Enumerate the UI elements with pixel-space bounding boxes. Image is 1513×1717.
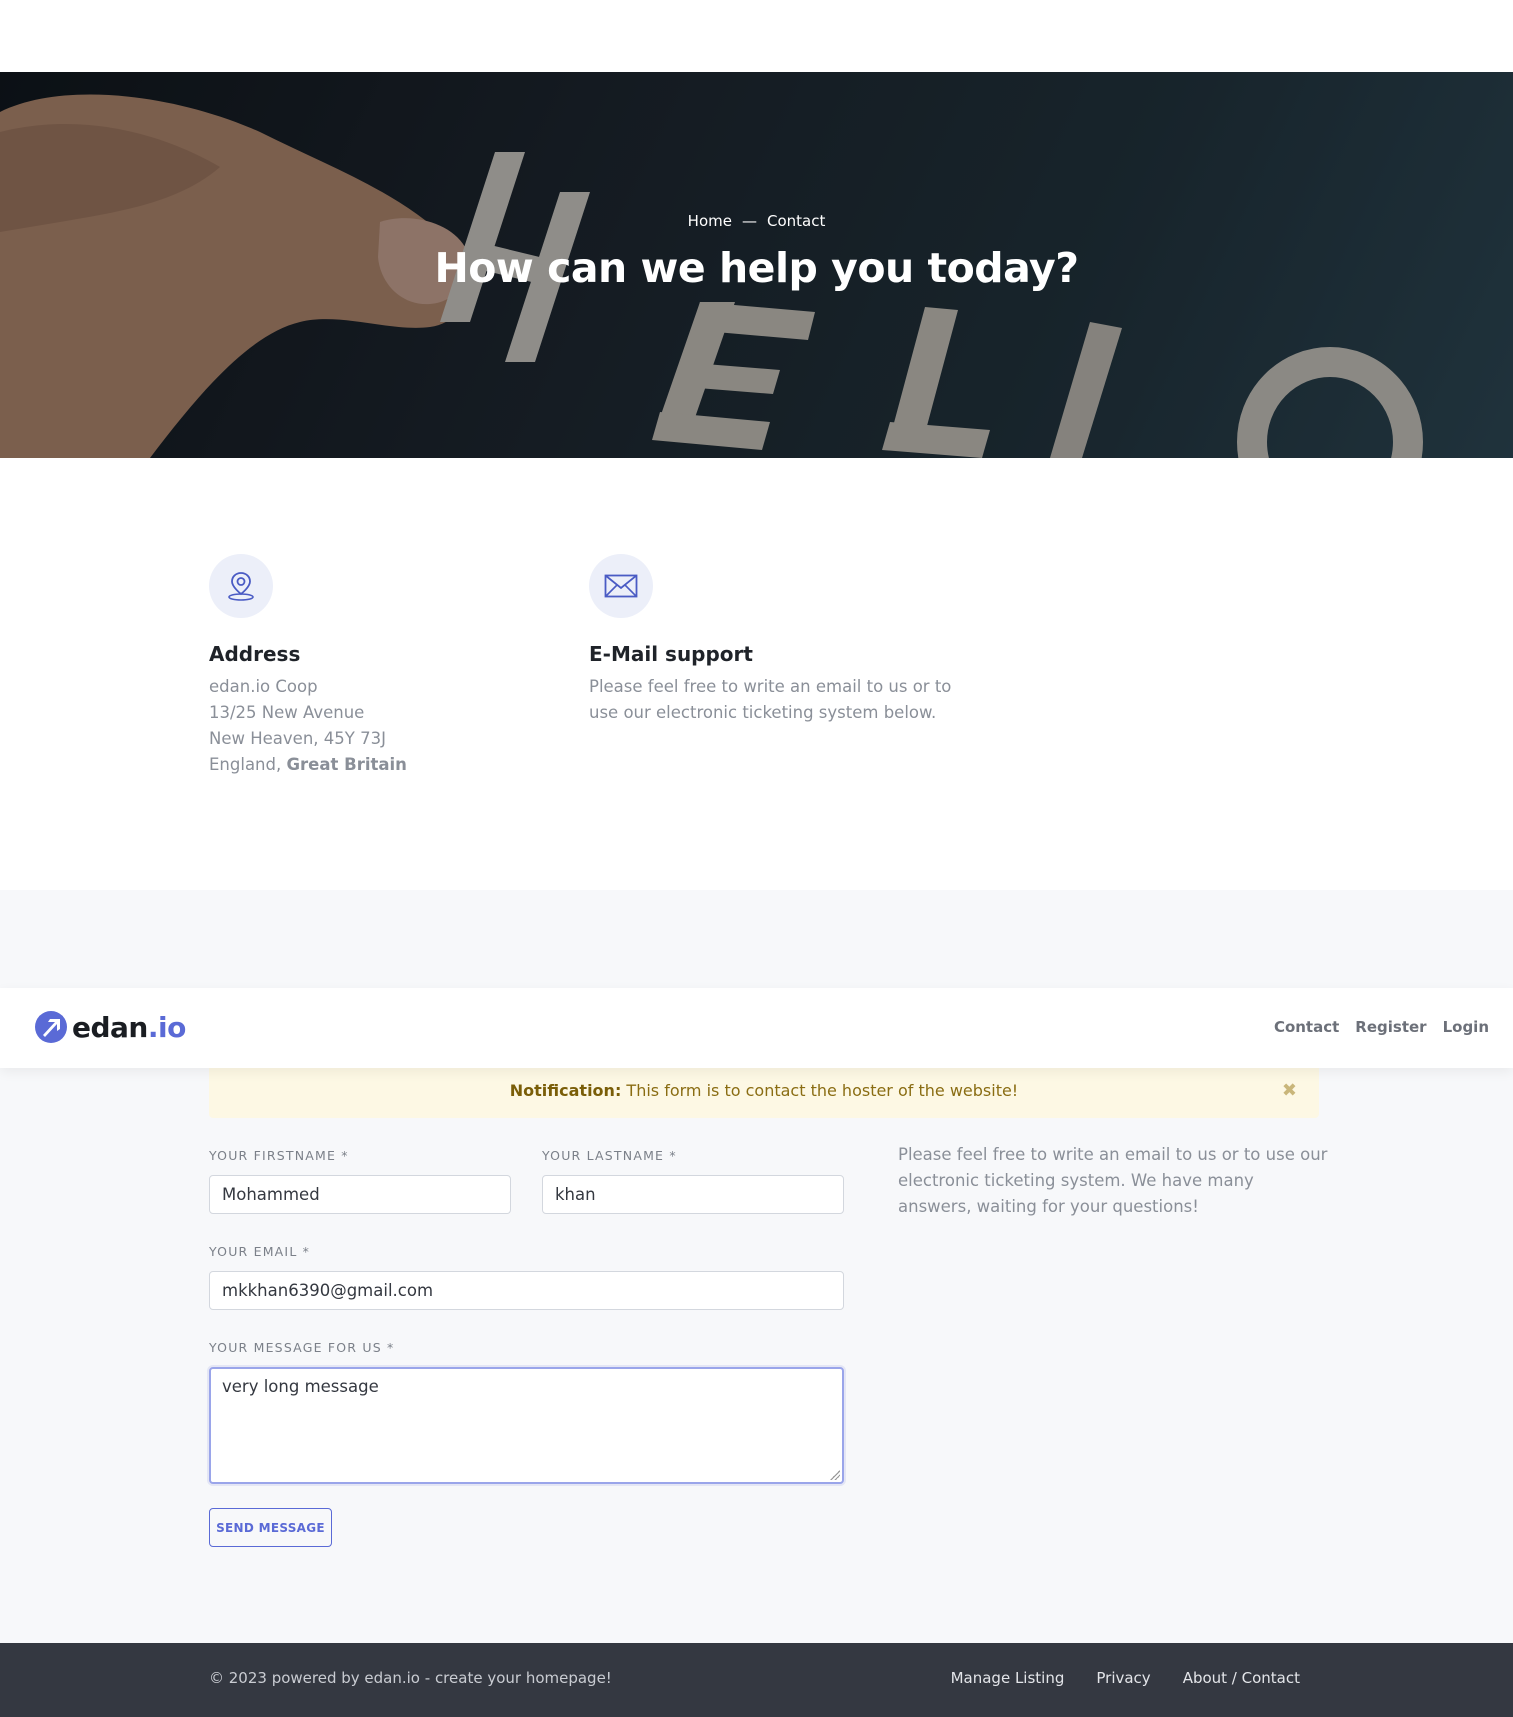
address-title: Address — [209, 642, 301, 666]
map-pin-icon — [209, 554, 273, 618]
logo-text-suffix: .io — [147, 1010, 186, 1044]
nav-login-link[interactable]: Login — [1443, 1018, 1489, 1036]
firstname-label: YOUR FIRSTNAME * — [209, 1148, 349, 1163]
page-title: How can we help you today? — [434, 244, 1079, 292]
email-support-block: E-Mail support Please feel free to write… — [589, 554, 951, 726]
close-icon[interactable]: ✖ — [1282, 1068, 1297, 1114]
resize-handle[interactable] — [830, 1470, 840, 1480]
email-input[interactable]: mkkhan6390@gmail.com — [209, 1271, 844, 1310]
email-support-line: use our electronic ticketing system belo… — [589, 703, 937, 722]
footer-manage-listing-link[interactable]: Manage Listing — [951, 1669, 1065, 1687]
send-message-button[interactable]: SEND MESSAGE — [209, 1508, 332, 1547]
address-block: Address edan.io Coop 13/25 New Avenue Ne… — [209, 554, 407, 778]
address-line: edan.io Coop — [209, 677, 318, 696]
logo-text-main: edan — [72, 1010, 148, 1044]
breadcrumb-current: Contact — [766, 212, 826, 230]
lastname-label: YOUR LASTNAME * — [542, 1148, 677, 1163]
notification-text: This form is to contact the hoster of th… — [621, 1081, 1019, 1100]
notification-label: Notification: — [509, 1081, 622, 1100]
address-text: edan.io Coop 13/25 New Avenue New Heaven… — [209, 674, 407, 778]
logo-icon — [35, 1011, 67, 1043]
notification-banner: Notification: This form is to contact th… — [209, 1068, 1319, 1118]
footer-copyright: © 2023 powered by edan.io - create your … — [209, 1669, 612, 1687]
breadcrumb-home-link[interactable]: Home — [688, 212, 732, 230]
address-line: 13/25 New Avenue — [209, 703, 365, 722]
nav-links: Contact Register Login — [1258, 1018, 1489, 1036]
hero-banner: Home — Contact How can we help you today? — [0, 72, 1513, 458]
envelope-icon — [589, 554, 653, 618]
nav-contact-link[interactable]: Contact — [1274, 1018, 1339, 1036]
logo[interactable]: edan.io — [34, 1010, 186, 1044]
breadcrumb-separator: — — [741, 212, 757, 230]
address-line: England, Great Britain — [209, 752, 407, 778]
address-line: New Heaven, 45Y 73J — [209, 729, 386, 748]
firstname-input[interactable]: Mohammed — [209, 1175, 511, 1214]
footer-privacy-link[interactable]: Privacy — [1096, 1669, 1150, 1687]
form-side-text: Please feel free to write an email to us… — [898, 1145, 1328, 1216]
logo-text: edan.io — [72, 1011, 186, 1044]
footer: © 2023 powered by edan.io - create your … — [0, 1643, 1513, 1717]
email-label: YOUR EMAIL * — [209, 1244, 311, 1259]
breadcrumb: Home — Contact — [0, 212, 1513, 230]
email-support-text: Please feel free to write an email to us… — [589, 674, 951, 726]
address-country-bold: Great Britain — [286, 755, 407, 774]
contact-info-section: Address edan.io Coop 13/25 New Avenue Ne… — [0, 458, 1513, 890]
email-support-title: E-Mail support — [589, 642, 753, 666]
footer-about-contact-link[interactable]: About / Contact — [1183, 1669, 1300, 1687]
lastname-input[interactable]: khan — [542, 1175, 844, 1214]
message-label: YOUR MESSAGE FOR US * — [209, 1340, 395, 1355]
message-text: very long message — [222, 1377, 379, 1396]
navbar: edan.io Contact Register Login — [0, 988, 1513, 1068]
nav-register-link[interactable]: Register — [1355, 1018, 1426, 1036]
message-textarea[interactable]: very long message — [209, 1367, 844, 1484]
email-support-line: Please feel free to write an email to us… — [589, 677, 952, 696]
address-country: England, — [209, 755, 287, 774]
footer-links: Manage Listing Privacy About / Contact — [919, 1669, 1300, 1687]
